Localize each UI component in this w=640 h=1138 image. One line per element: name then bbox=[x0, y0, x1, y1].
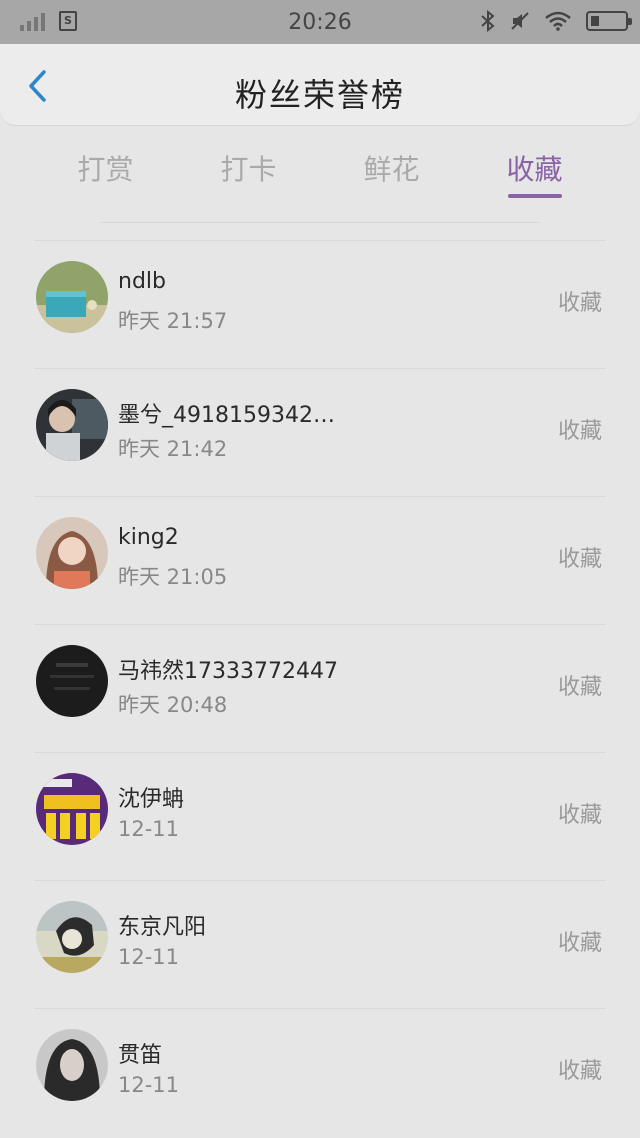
list-item[interactable]: 东京凡阳 12-11 收藏 bbox=[34, 880, 606, 1008]
avatar bbox=[36, 261, 108, 333]
list-item[interactable]: 沈伊蚺 12-11 收藏 bbox=[34, 752, 606, 880]
status-bar: S 20:26 bbox=[0, 0, 640, 44]
action-label: 收藏 bbox=[557, 803, 602, 828]
sim-icon: S bbox=[59, 11, 77, 31]
fan-name: 沈伊蚺 bbox=[118, 787, 185, 812]
fan-name: 东京凡阳 bbox=[118, 915, 207, 940]
tab-label: 打赏 bbox=[77, 153, 134, 186]
avatar bbox=[36, 389, 108, 461]
fan-list: ndlb 昨天 21:57 收藏 墨兮_4918159342… 昨天 21:42… bbox=[0, 240, 640, 1136]
bluetooth-icon bbox=[481, 10, 495, 32]
tab-bar: 打赏 打卡 鲜花 收藏 bbox=[0, 126, 640, 226]
action-label: 收藏 bbox=[557, 291, 602, 316]
status-time: 20:26 bbox=[288, 9, 352, 35]
avatar bbox=[36, 517, 108, 589]
avatar bbox=[36, 1029, 108, 1101]
active-tab-indicator bbox=[507, 194, 562, 198]
avatar bbox=[36, 901, 108, 973]
fan-name: 贯笛 bbox=[118, 1043, 163, 1068]
status-left: S bbox=[20, 11, 77, 31]
fan-name: king2 bbox=[118, 525, 179, 550]
tab-flowers[interactable]: 鲜花 bbox=[337, 126, 447, 226]
avatar bbox=[36, 645, 108, 717]
list-item[interactable]: 墨兮_4918159342… 昨天 21:42 收藏 bbox=[34, 368, 606, 496]
divider bbox=[100, 222, 540, 223]
action-label: 收藏 bbox=[557, 547, 602, 572]
wifi-icon bbox=[545, 11, 571, 31]
tab-reward[interactable]: 打赏 bbox=[51, 126, 161, 226]
tab-label: 鲜花 bbox=[363, 153, 420, 186]
fan-time: 12-11 bbox=[118, 1073, 180, 1097]
page-title: 粉丝荣誉榜 bbox=[234, 76, 405, 114]
fan-time: 12-11 bbox=[118, 817, 180, 841]
status-right bbox=[480, 10, 632, 32]
fan-time: 昨天 21:57 bbox=[118, 309, 228, 333]
action-label: 收藏 bbox=[557, 931, 602, 956]
fan-name: 马祎然17333772447 bbox=[118, 659, 338, 684]
nav-bar: 粉丝荣誉榜 bbox=[0, 44, 640, 126]
fan-time: 12-11 bbox=[118, 945, 180, 969]
battery-icon bbox=[586, 11, 632, 31]
fan-time: 昨天 21:05 bbox=[118, 565, 228, 589]
list-item[interactable]: 马祎然17333772447 昨天 20:48 收藏 bbox=[34, 624, 606, 752]
tab-checkin[interactable]: 打卡 bbox=[194, 126, 304, 226]
action-label: 收藏 bbox=[557, 675, 602, 700]
avatar bbox=[36, 773, 108, 845]
fan-name: ndlb bbox=[118, 269, 166, 294]
list-item[interactable]: king2 昨天 21:05 收藏 bbox=[34, 496, 606, 624]
fan-time: 昨天 20:48 bbox=[118, 693, 228, 717]
fan-time: 昨天 21:42 bbox=[118, 437, 228, 461]
fan-name: 墨兮_4918159342… bbox=[118, 403, 335, 428]
signal-icon bbox=[20, 11, 45, 31]
tab-label: 打卡 bbox=[220, 153, 277, 186]
tab-label: 收藏 bbox=[506, 153, 563, 186]
action-label: 收藏 bbox=[557, 419, 602, 444]
action-label: 收藏 bbox=[557, 1059, 602, 1084]
list-item[interactable]: ndlb 昨天 21:57 收藏 bbox=[34, 240, 606, 368]
tab-favorites[interactable]: 收藏 bbox=[480, 126, 590, 226]
list-item[interactable]: 贯笛 12-11 收藏 bbox=[34, 1008, 606, 1136]
mute-icon bbox=[511, 12, 529, 30]
